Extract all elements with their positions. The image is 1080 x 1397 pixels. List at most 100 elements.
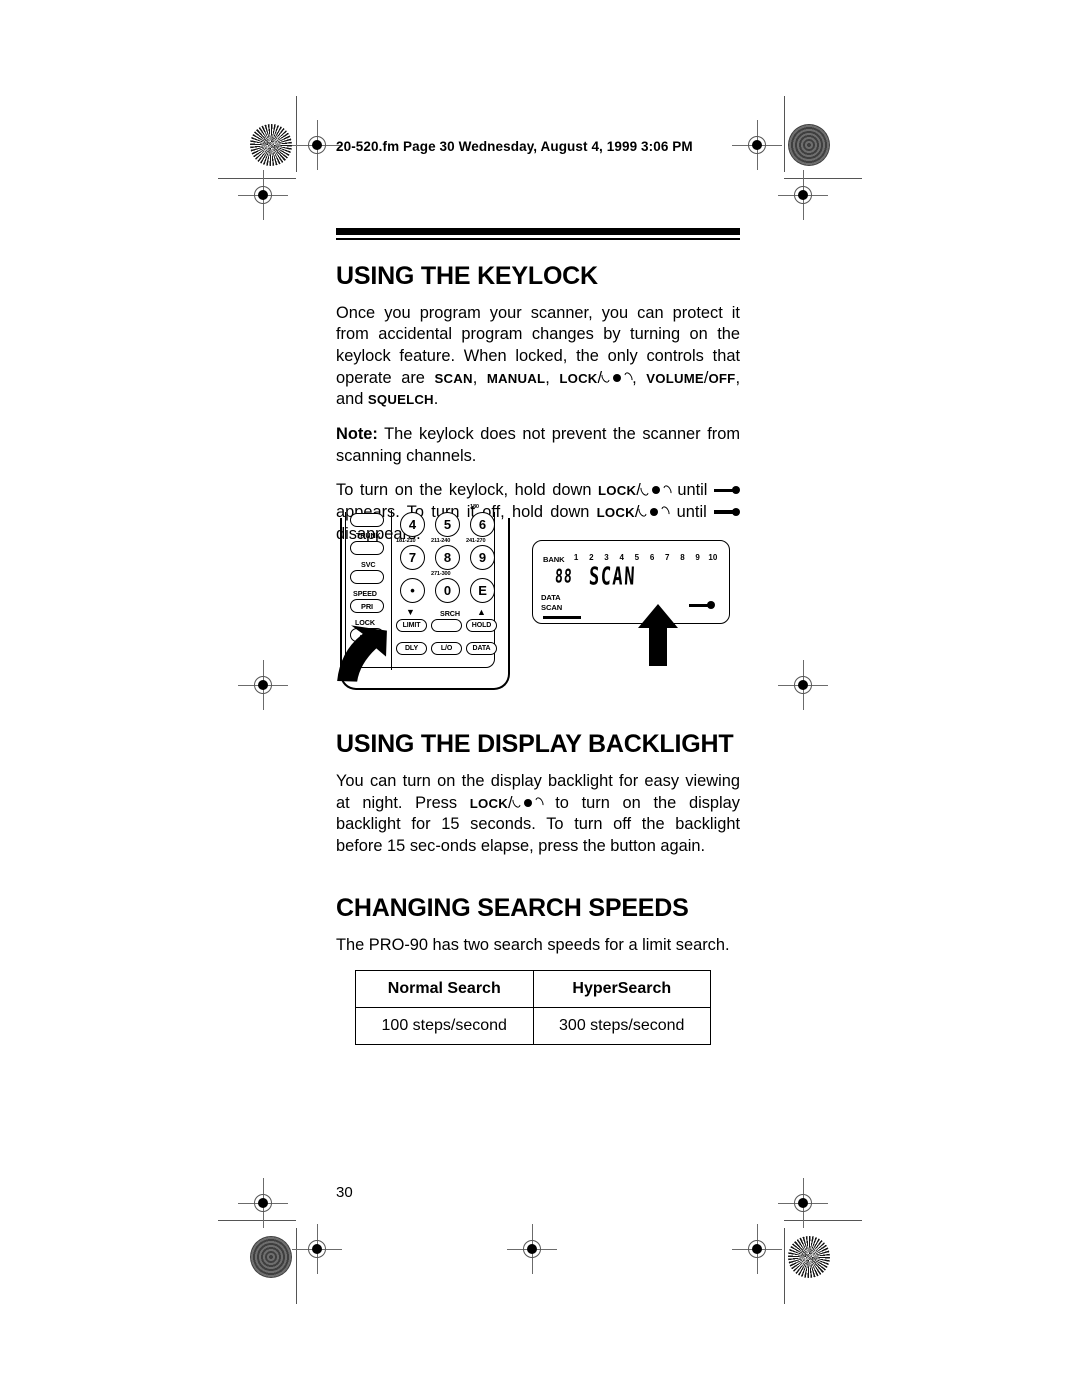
- lcd-bank-number: 1: [573, 553, 579, 562]
- paragraph-backlight-body: You can turn on the display backlight fo…: [336, 771, 740, 858]
- lcd-bank-cell-8: 8: [675, 547, 690, 565]
- sep-comma-1: ,: [472, 368, 487, 387]
- registration-mark-right-lower: [778, 1178, 828, 1228]
- keypad-button-9[interactable]: 9: [470, 545, 495, 570]
- keyname-off: OFF: [708, 370, 736, 386]
- lcd-status-scan: SCAN: [541, 603, 563, 613]
- registration-mark-left-upper: [238, 170, 288, 220]
- keyname-lock-4: LOCK: [469, 795, 508, 811]
- lcd-status-labels: DATA SCAN: [541, 593, 562, 614]
- page-title-using-the-keylock: USING THE KEYLOCK: [336, 261, 598, 290]
- numkey-top-label-271-300: 271-300: [431, 571, 451, 577]
- section-rule-thin: [336, 238, 740, 240]
- density-patch-star-bottom-right: [788, 1236, 830, 1278]
- up-arrow-icon: ▲: [477, 607, 486, 617]
- backlight-lamp-icon: [599, 371, 635, 385]
- keypad-button-5[interactable]: 5: [435, 512, 460, 537]
- registration-mark-bottom-center: [507, 1224, 557, 1274]
- key-indicator-icon: [689, 599, 715, 611]
- down-arrow-icon: ▼: [406, 607, 415, 617]
- backlight-lamp-icon: [510, 796, 545, 810]
- registration-mark-right-upper: [778, 170, 828, 220]
- numkey-top-label-180: 180: [470, 504, 479, 510]
- backlight-lamp-icon: [638, 483, 673, 497]
- search-speeds-table: Normal Search HyperSearch 100 steps/seco…: [355, 970, 711, 1045]
- table-row: 100 steps/second 300 steps/second: [355, 1007, 711, 1045]
- registration-mark-bottom-left: [292, 1224, 342, 1274]
- lcd-channel-digits: 88: [554, 566, 574, 588]
- lcd-bank-number: 7: [665, 553, 670, 562]
- lcd-underbar: [543, 616, 581, 619]
- sep-comma-3: ,: [632, 368, 647, 387]
- paragraph-search-speeds-body: The PRO-90 has two search speeds for a l…: [336, 935, 730, 954]
- keypad-button-4[interactable]: 4: [400, 512, 425, 537]
- density-patch-rings-bottom-left: [250, 1236, 292, 1278]
- keypad-button-manual[interactable]: [350, 513, 384, 527]
- keypad-button-pri[interactable]: PRI: [350, 599, 384, 613]
- crop-rule-right-top: [784, 96, 785, 172]
- keyname-scan: SCAN: [434, 370, 473, 386]
- figure-scanner-keypad-and-display: MANUAL TRUNK SVC SPEED PRI LOCK 180 4 5 …: [334, 504, 740, 708]
- lcd-bank-number: 6: [649, 553, 655, 562]
- table-header-row: Normal Search HyperSearch: [355, 970, 711, 1008]
- side-label-trunk: TRUNK: [356, 531, 381, 540]
- table-header-hypersearch: HyperSearch: [532, 970, 711, 1008]
- page-title-using-the-display-backlight: USING THE DISPLAY BACKLIGHT: [336, 730, 734, 758]
- keypad-button-svc[interactable]: [350, 570, 384, 584]
- keypad-button-dly[interactable]: DLY: [396, 642, 427, 655]
- keypad-button-0[interactable]: 0: [435, 578, 460, 603]
- running-header: 20-520.fm Page 30 Wednesday, August 4, 1…: [336, 139, 693, 154]
- registration-mark-top-left: [292, 120, 342, 170]
- note-label: Note:: [336, 424, 378, 443]
- density-patch-rings-top-right: [788, 124, 830, 166]
- keyname-squelch: SQUELCH: [367, 392, 434, 408]
- function-label-srch: SRCH: [440, 609, 460, 618]
- density-patch-star-top-left: [250, 124, 292, 166]
- keyname-lock-1: LOCK: [559, 370, 598, 386]
- crop-rule-right-bottom: [784, 1228, 785, 1304]
- registration-mark-bottom-right: [732, 1224, 782, 1274]
- keypad-button-data[interactable]: DATA: [466, 642, 497, 655]
- lcd-display: BANK 1 2 3 4 5 6 7 8 9 10 88 SCAN DATA S…: [532, 540, 730, 624]
- keypad-button-7[interactable]: 7: [400, 545, 425, 570]
- crop-rule-bottom-right: [784, 1220, 862, 1221]
- registration-mark-left-middle: [238, 660, 288, 710]
- keyname-volume: VOLUME: [646, 370, 704, 386]
- callout-arrow-to-lock-button: [334, 624, 396, 686]
- lcd-bank-cell-10: 10: [705, 547, 720, 565]
- note-text: The keylock does not prevent the scanner…: [336, 424, 740, 465]
- lcd-bank-cell-1: 1: [569, 547, 584, 565]
- lcd-bank-number: 2: [589, 553, 594, 562]
- keypad-button-trunk[interactable]: [350, 541, 384, 555]
- side-label-svc: SVC: [361, 560, 376, 569]
- howto-text-a: To turn on the keylock, hold down: [336, 481, 599, 500]
- keypad-button-e[interactable]: E: [470, 578, 495, 603]
- lcd-main-readout: 88 SCAN: [554, 563, 636, 592]
- howto-text-b: until: [670, 481, 714, 500]
- lcd-mode-text: SCAN: [587, 562, 637, 592]
- keypad-button-srch[interactable]: [431, 619, 462, 632]
- registration-mark-left-lower: [238, 1178, 288, 1228]
- paragraph-keylock-intro: Once you program your scanner, you can p…: [336, 303, 740, 411]
- lcd-bank-cell-7: 7: [660, 547, 675, 565]
- lcd-bank-cell-6: 6: [644, 547, 659, 565]
- keypad-button-8[interactable]: 8: [435, 545, 460, 570]
- keypad-button-lo[interactable]: L/O: [431, 642, 462, 655]
- keypad-button-hold[interactable]: HOLD: [466, 619, 497, 632]
- keylock-intro-period: .: [433, 390, 439, 409]
- registration-mark-top-right: [732, 120, 782, 170]
- table-cell-normal-speed: 100 steps/second: [355, 1007, 534, 1045]
- lcd-status-data: DATA: [541, 593, 561, 602]
- keypad-button-limit[interactable]: LIMIT: [396, 619, 427, 632]
- keypad-button-6[interactable]: 6: [470, 512, 495, 537]
- table-header-normal-search: Normal Search: [355, 970, 534, 1008]
- lcd-bank-number: 4: [619, 553, 624, 562]
- keypad-button-dot[interactable]: •: [400, 578, 425, 603]
- lcd-bank-number: 8: [680, 553, 685, 562]
- key-indicator-icon: [714, 484, 740, 496]
- lcd-bank-number: 5: [634, 553, 640, 562]
- lcd-bank-label: BANK: [543, 555, 565, 564]
- crop-rule-left-bottom: [296, 1228, 297, 1304]
- numkey-sub-label-181-210: 181-210: [396, 538, 416, 544]
- crop-rule-left-top: [296, 96, 297, 172]
